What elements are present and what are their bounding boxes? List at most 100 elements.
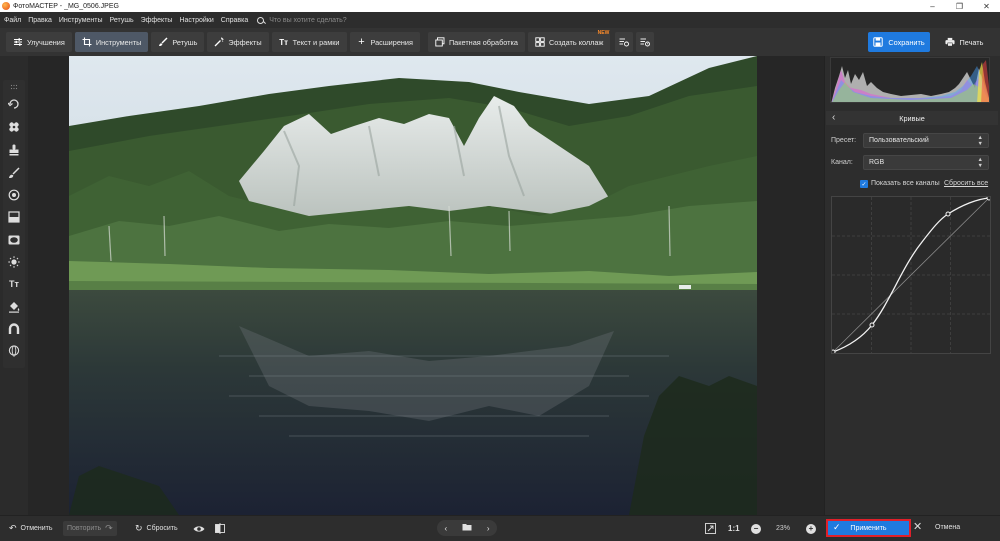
curves-graph[interactable] xyxy=(830,195,992,355)
cancel-button[interactable]: Отмена xyxy=(935,524,960,531)
print-button[interactable]: Печать xyxy=(934,32,994,52)
eye-icon xyxy=(193,525,205,532)
tab-text-frames[interactable]: Tт Текст и рамки xyxy=(271,32,347,52)
tab-retouch[interactable]: Ретушь xyxy=(151,32,205,52)
channel-label: Канал: xyxy=(831,159,853,166)
plus-icon: + xyxy=(358,36,365,48)
tab-effects[interactable]: Эффекты xyxy=(207,32,269,52)
apply-button[interactable]: ✓ Применить xyxy=(826,519,911,537)
window-title: ФотоМАСТЕР - _MG_0506.JPEG xyxy=(13,2,119,10)
minimize-icon[interactable]: – xyxy=(919,0,946,12)
main-toolbar: Улучшения Инструменты Ретушь Эффекты Tт … xyxy=(0,28,1000,56)
app-logo-icon xyxy=(2,2,10,10)
text-tool-icon[interactable]: Tт xyxy=(3,275,25,293)
command-search[interactable]: Что вы хотите сделать? xyxy=(257,16,347,24)
preset-dropdown[interactable]: Пользовательский ▲ ▼ xyxy=(863,133,989,148)
light-icon[interactable] xyxy=(3,253,25,271)
file-navigation: ‹ › xyxy=(437,520,497,536)
left-tool-column: Tт xyxy=(3,80,25,368)
curve-point[interactable] xyxy=(830,349,836,355)
folder-icon[interactable] xyxy=(462,523,472,533)
reset-all-link[interactable]: Сбросить все xyxy=(944,180,988,187)
stamp-icon[interactable] xyxy=(3,141,25,159)
menu-help[interactable]: Справка xyxy=(221,17,248,24)
title-bar: ФотоМАСТЕР - _MG_0506.JPEG – ❐ ✕ xyxy=(0,0,1000,12)
zoom-out-icon: − xyxy=(751,523,761,534)
tab-effects-label: Эффекты xyxy=(228,37,262,47)
compare-presets-button[interactable] xyxy=(615,32,634,52)
show-all-channels-label: Показать все каналы xyxy=(871,180,940,187)
zoom-in-icon: + xyxy=(806,523,816,534)
dropdown-arrows-icon: ▲ ▼ xyxy=(977,135,983,147)
undo-button[interactable]: ↶ Отменить xyxy=(9,521,53,536)
redo-button[interactable]: Повторить ↷ xyxy=(63,521,117,536)
tab-extensions[interactable]: + Расширения xyxy=(349,32,420,52)
menu-tools[interactable]: Инструменты xyxy=(59,17,103,24)
collapse-handle[interactable] xyxy=(3,78,25,96)
photo-preview[interactable] xyxy=(69,56,757,515)
radial-icon[interactable] xyxy=(3,186,25,204)
menu-effects[interactable]: Эффекты xyxy=(141,17,173,24)
save-label: Сохранить xyxy=(888,37,925,47)
menu-file[interactable]: Файл xyxy=(4,17,21,24)
tab-enhance[interactable]: Улучшения xyxy=(6,32,72,52)
apply-label: Применить xyxy=(850,524,887,532)
save-icon xyxy=(873,37,884,47)
menu-retouch[interactable]: Ретушь xyxy=(110,17,134,24)
preview-eye-button[interactable] xyxy=(193,521,205,536)
preset-value: Пользовательский xyxy=(869,137,929,144)
reset-button[interactable]: ↻ Сбросить xyxy=(135,521,178,536)
curve-point[interactable] xyxy=(986,195,992,201)
cancel-x-icon[interactable]: ✕ xyxy=(913,520,922,533)
back-arrow-icon[interactable]: ‹ xyxy=(832,112,835,123)
sliders-icon xyxy=(13,37,23,47)
menu-bar: Файл Правка Инструменты Ретушь Эффекты Н… xyxy=(0,12,1000,28)
batch-processing-button[interactable]: Пакетная обработка xyxy=(427,32,525,52)
undo-icon: ↶ xyxy=(9,523,17,533)
curves-panel-header: ‹ Кривые xyxy=(826,111,998,125)
printer-icon xyxy=(945,37,955,47)
prev-file-icon[interactable]: ‹ xyxy=(444,524,447,533)
show-all-channels-checkbox[interactable]: ✓ xyxy=(860,180,868,188)
zoom-out-button[interactable]: − xyxy=(751,521,761,536)
heal-icon[interactable] xyxy=(3,118,25,136)
collage-icon xyxy=(535,37,545,47)
tab-tools[interactable]: Инструменты xyxy=(74,32,149,52)
next-file-icon[interactable]: › xyxy=(487,524,490,533)
globe-icon[interactable] xyxy=(3,342,25,360)
tab-tools-label: Инструменты xyxy=(95,37,142,47)
compare-button[interactable] xyxy=(215,521,225,536)
list-settings-icon xyxy=(619,37,630,47)
magnet-icon[interactable] xyxy=(3,320,25,338)
gradient-icon[interactable] xyxy=(3,208,25,226)
menu-edit[interactable]: Правка xyxy=(28,17,52,24)
tab-extensions-label: Расширения xyxy=(370,37,413,47)
tab-enhance-label: Улучшения xyxy=(27,37,65,47)
close-icon[interactable]: ✕ xyxy=(973,0,1000,12)
histogram xyxy=(830,57,990,103)
zoom-value: 23% xyxy=(776,525,791,532)
rotate-icon[interactable] xyxy=(3,95,25,113)
channel-dropdown[interactable]: RGB ▲ ▼ xyxy=(863,155,989,170)
actual-size-button[interactable]: 1:1 xyxy=(728,521,740,536)
create-collage-button[interactable]: Создать коллаж NEW xyxy=(527,30,611,52)
fit-screen-button[interactable] xyxy=(705,521,716,536)
checkmark-icon: ✓ xyxy=(833,522,841,532)
save-button[interactable]: Сохранить xyxy=(868,32,930,52)
compare-icon xyxy=(215,523,225,534)
vignette-icon[interactable] xyxy=(3,231,25,249)
landscape-photo xyxy=(69,56,757,515)
magic-wand-icon xyxy=(214,37,224,47)
maximize-icon[interactable]: ❐ xyxy=(946,0,973,12)
brush-icon[interactable] xyxy=(3,164,25,182)
zoom-in-button[interactable]: + xyxy=(806,521,816,536)
curve-point[interactable] xyxy=(869,322,875,328)
history-presets-button[interactable] xyxy=(636,32,655,52)
fill-icon[interactable] xyxy=(3,298,25,316)
curve-point[interactable] xyxy=(945,211,951,217)
preset-label: Пресет: xyxy=(831,137,857,144)
menu-settings[interactable]: Настройки xyxy=(179,17,213,24)
batch-icon xyxy=(435,37,445,47)
search-placeholder: Что вы хотите сделать? xyxy=(269,16,347,24)
new-badge: NEW xyxy=(597,30,610,36)
